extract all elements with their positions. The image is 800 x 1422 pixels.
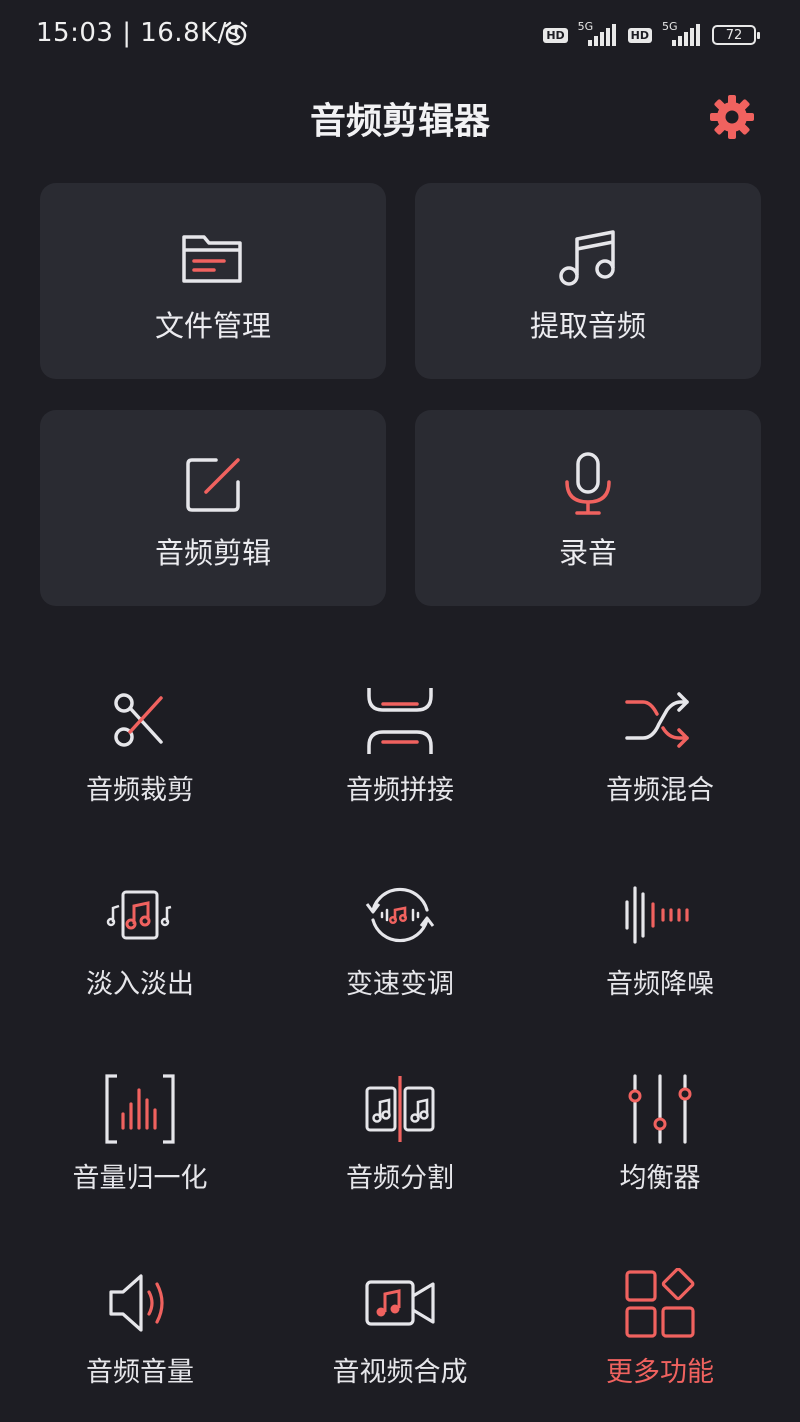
- tool-label: 均衡器: [619, 1163, 701, 1194]
- signal-icon: 5G: [576, 20, 620, 48]
- tool-speed-pitch[interactable]: 变速变调: [270, 880, 530, 1020]
- battery-level: 72: [725, 27, 743, 43]
- speed-pitch-icon: [365, 887, 435, 943]
- tool-volume-normalize[interactable]: 音量归一化: [10, 1074, 270, 1214]
- video-merge-icon: [365, 1280, 435, 1326]
- card-label: 录音: [558, 536, 617, 570]
- tool-audio-splice[interactable]: 音频拼接: [270, 686, 530, 826]
- microphone-icon: [565, 452, 611, 515]
- tool-label: 音频分割: [346, 1163, 454, 1194]
- hd-badge: HD: [627, 27, 652, 43]
- tool-equalizer[interactable]: 均衡器: [530, 1074, 790, 1214]
- page-title: 音频剪辑器: [309, 101, 490, 142]
- edit-icon: [186, 458, 240, 512]
- card-label: 提取音频: [529, 309, 646, 343]
- music-note-icon: [559, 230, 615, 286]
- tool-label: 音频拼接: [346, 775, 454, 806]
- card-label: 音频剪辑: [154, 536, 271, 570]
- tool-label: 音频裁剪: [86, 775, 194, 806]
- more-functions-icon: [625, 1268, 695, 1338]
- tool-label: 音视频合成: [332, 1357, 468, 1388]
- card-file-management[interactable]: 文件管理: [40, 183, 386, 379]
- tool-label: 音频混合: [606, 775, 714, 806]
- normalize-icon: [105, 1074, 175, 1144]
- tool-label: 音频音量: [86, 1357, 194, 1388]
- card-extract-audio[interactable]: 提取音频: [415, 183, 761, 379]
- tool-fade-in-out[interactable]: 淡入淡出: [10, 880, 270, 1020]
- status-time: 15:03 | 16.8K/s: [36, 18, 241, 48]
- gear-icon[interactable]: [707, 92, 757, 142]
- noise-reduction-icon: [625, 886, 689, 944]
- fade-icon: [106, 890, 172, 940]
- tool-label: 音量归一化: [72, 1163, 208, 1194]
- tool-label: 音频降噪: [606, 969, 714, 1000]
- scissors-icon: [114, 693, 163, 747]
- tool-audio-mix[interactable]: 音频混合: [530, 686, 790, 826]
- tool-noise-reduction[interactable]: 音频降噪: [530, 880, 790, 1020]
- hd-badge: HD: [543, 27, 568, 43]
- splice-icon: [367, 688, 433, 754]
- split-icon: [365, 1076, 435, 1142]
- tool-label: 变速变调: [346, 969, 454, 1000]
- volume-icon: [109, 1274, 164, 1332]
- card-record[interactable]: 录音: [415, 410, 761, 606]
- folder-icon: [182, 235, 242, 283]
- battery-icon: 72: [712, 25, 760, 45]
- status-bar: 15:03 | 16.8K/s HD 5G HD 5G 72: [0, 0, 800, 70]
- tool-av-merge[interactable]: 音视频合成: [270, 1268, 530, 1408]
- tool-label: 更多功能: [606, 1357, 714, 1388]
- tool-audio-split[interactable]: 音频分割: [270, 1074, 530, 1214]
- status-indicators: HD 5G HD 5G 72: [543, 20, 760, 50]
- tool-label: 淡入淡出: [86, 969, 194, 1000]
- signal-icon: 5G: [660, 20, 704, 48]
- shuffle-icon: [625, 692, 689, 748]
- card-audio-edit[interactable]: 音频剪辑: [40, 410, 386, 606]
- equalizer-icon: [628, 1074, 692, 1144]
- card-label: 文件管理: [154, 309, 271, 343]
- tool-audio-volume[interactable]: 音频音量: [10, 1268, 270, 1408]
- tool-audio-trim[interactable]: 音频裁剪: [10, 686, 270, 826]
- tool-more-functions[interactable]: 更多功能: [530, 1268, 790, 1408]
- alarm-icon: [224, 21, 248, 46]
